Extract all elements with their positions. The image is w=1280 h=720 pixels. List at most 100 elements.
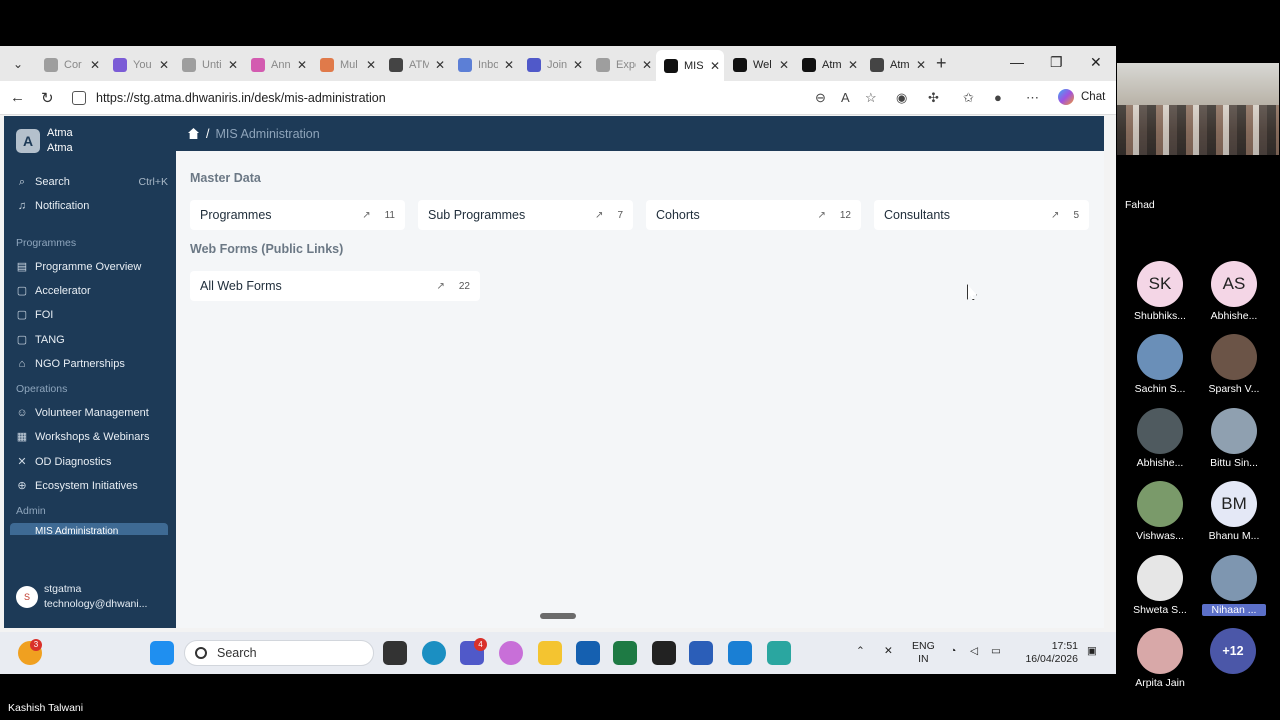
close-tab-icon[interactable]: ✕ — [435, 58, 445, 72]
taskview-icon[interactable] — [383, 641, 407, 665]
participant-tile[interactable]: Bittu Sin... — [1202, 408, 1266, 469]
language-indicator[interactable]: ENG IN — [912, 640, 935, 666]
close-tab-icon[interactable]: ✕ — [779, 58, 789, 72]
store-icon[interactable] — [576, 641, 600, 665]
close-tab-icon[interactable]: ✕ — [573, 58, 583, 72]
close-tab-icon[interactable]: ✕ — [297, 58, 307, 72]
nav-card[interactable]: Programmes ↗ 11 — [190, 200, 405, 230]
terminal-icon[interactable] — [652, 641, 676, 665]
sidebar-item-operation[interactable]: ⊕ Ecosystem Initiatives — [16, 480, 168, 492]
tray-overflow-icon[interactable]: ⌃ — [856, 645, 865, 658]
participant-tile[interactable]: Abhishe... — [1128, 408, 1192, 469]
clock[interactable]: 17:51 16/04/2026 — [1024, 640, 1078, 666]
sidebar-item-operation[interactable]: ☺ Volunteer Management — [16, 407, 168, 419]
extensions-puzzle-icon[interactable]: ✣ — [928, 90, 939, 106]
participant-tile[interactable]: Nihaan ... — [1202, 555, 1266, 616]
sidebar-item-programme[interactable]: ⌂ NGO Partnerships — [16, 358, 168, 370]
favorites-icon[interactable]: ✩ — [963, 90, 974, 106]
browser-tab[interactable]: Cor ✕ — [36, 52, 104, 78]
battery-icon[interactable]: ▭ — [991, 645, 1001, 658]
file-explorer-icon[interactable] — [538, 641, 562, 665]
participant-tile[interactable]: Sachin S... — [1128, 334, 1192, 395]
participant-tile[interactable]: Vishwas... — [1128, 481, 1192, 542]
sidebar-item-programme[interactable]: ▢ FOI — [16, 309, 168, 321]
browser-tab[interactable]: Atm ✕ — [794, 52, 862, 78]
profile-icon[interactable]: ● — [994, 90, 1002, 105]
browser-tab[interactable]: Inbo ✕ — [450, 52, 518, 78]
participant-tile[interactable]: AS Abhishe... — [1202, 261, 1266, 322]
minimize-icon[interactable]: — — [1010, 54, 1024, 70]
taskbar-search[interactable]: Search — [184, 640, 374, 666]
copilot-app-icon[interactable] — [499, 641, 523, 665]
sidebar-item-operation[interactable]: ✕ OD Diagnostics — [16, 456, 168, 468]
copilot-chat-button[interactable]: Chat — [1058, 89, 1105, 105]
home-icon[interactable] — [188, 128, 199, 139]
volume-muted-icon[interactable]: ◁ — [970, 645, 978, 658]
sidebar-item-mis-administration[interactable]: MIS Administration — [10, 523, 168, 535]
site-info-icon[interactable] — [72, 91, 86, 105]
participant-tile[interactable]: Arpita Jain — [1128, 628, 1192, 689]
browser-tab[interactable]: Join ✕ — [519, 52, 587, 78]
nav-card[interactable]: Cohorts ↗ 12 — [646, 200, 861, 230]
notifications-center-icon[interactable]: ▣ — [1087, 645, 1097, 658]
vscode-icon[interactable] — [728, 641, 752, 665]
participant-name: Vishwas... — [1136, 530, 1184, 542]
close-window-icon[interactable]: ✕ — [1090, 54, 1102, 71]
sidebar-item-operation[interactable]: ▦ Workshops & Webinars — [16, 431, 168, 443]
edge-icon[interactable] — [422, 641, 446, 665]
browser-tab[interactable]: Wel ✕ — [725, 52, 793, 78]
nav-card[interactable]: Sub Programmes ↗ 7 — [418, 200, 633, 230]
back-icon[interactable]: ← — [10, 89, 25, 106]
restore-icon[interactable]: ❐ — [1050, 54, 1063, 71]
browser-tab[interactable]: You ✕ — [105, 52, 173, 78]
brand[interactable]: A Atma Atma — [16, 126, 73, 156]
browser-tab[interactable]: Unti ✕ — [174, 52, 242, 78]
user-profile[interactable]: S stgatma technology@dhwani... — [16, 582, 147, 612]
close-tab-icon[interactable]: ✕ — [159, 58, 169, 72]
browser-tab[interactable]: MIS ✕ — [656, 50, 724, 81]
sidebar-item-programme[interactable]: ▤ Programme Overview — [16, 261, 168, 273]
new-tab-icon[interactable]: + — [936, 53, 947, 74]
close-tab-icon[interactable]: ✕ — [848, 58, 858, 72]
browser-tab[interactable]: Expe ✕ — [588, 52, 656, 78]
nav-card[interactable]: All Web Forms ↗ 22 — [190, 271, 480, 301]
close-tab-icon[interactable]: ✕ — [916, 58, 926, 72]
extension-icon[interactable]: ◉ — [896, 90, 907, 106]
favorite-star-icon[interactable]: ☆ — [865, 90, 877, 106]
scroll-handle[interactable] — [540, 613, 576, 619]
zoom-icon[interactable]: ⊖ — [815, 90, 826, 106]
sidebar-notification[interactable]: ♫ Notification — [16, 200, 168, 212]
close-tab-icon[interactable]: ✕ — [710, 59, 720, 73]
close-tab-icon[interactable]: ✕ — [366, 58, 376, 72]
word-icon[interactable] — [689, 641, 713, 665]
notepad-icon[interactable] — [767, 641, 791, 665]
close-tab-icon[interactable]: ✕ — [642, 58, 652, 72]
browser-tab[interactable]: Atm ✕ — [862, 52, 930, 78]
tab-favicon-icon — [320, 58, 334, 72]
sidebar-item-programme[interactable]: ▢ Accelerator — [16, 285, 168, 297]
browser-tab[interactable]: Ann ✕ — [243, 52, 311, 78]
excel-icon[interactable] — [613, 641, 637, 665]
more-participants-button[interactable]: +12 — [1210, 628, 1256, 674]
more-menu-icon[interactable]: ⋯ — [1026, 90, 1039, 106]
close-tab-icon[interactable]: ✕ — [90, 58, 100, 72]
close-tab-icon[interactable]: ✕ — [228, 58, 238, 72]
wifi-icon[interactable]: ◔ — [950, 645, 956, 658]
participant-tile[interactable]: Shweta S... — [1128, 555, 1192, 616]
mic-muted-icon[interactable]: ✕ — [884, 645, 893, 658]
participant-tile[interactable]: BM Bhanu M... — [1202, 481, 1266, 542]
sidebar-item-label: Programme Overview — [35, 261, 142, 273]
browser-tab[interactable]: ATM ✕ — [381, 52, 449, 78]
participant-tile[interactable]: Sparsh V... — [1202, 334, 1266, 395]
refresh-icon[interactable]: ↻ — [41, 89, 54, 107]
participant-tile[interactable]: SK Shubhiks... — [1128, 261, 1192, 322]
browser-tab[interactable]: Mul ✕ — [312, 52, 380, 78]
sidebar-item-programme[interactable]: ▢ TANG — [16, 334, 168, 346]
nav-card[interactable]: Consultants ↗ 5 — [874, 200, 1089, 230]
url-field[interactable]: https://stg.atma.dhwaniris.in/desk/mis-a… — [68, 86, 898, 110]
tab-list-dropdown-icon[interactable]: ⌄ — [8, 54, 28, 74]
sidebar-search[interactable]: ⌕ Search Ctrl+K — [16, 176, 168, 188]
close-tab-icon[interactable]: ✕ — [504, 58, 514, 72]
windows-start-icon[interactable] — [150, 641, 174, 665]
read-aloud-icon[interactable]: A — [841, 90, 850, 105]
